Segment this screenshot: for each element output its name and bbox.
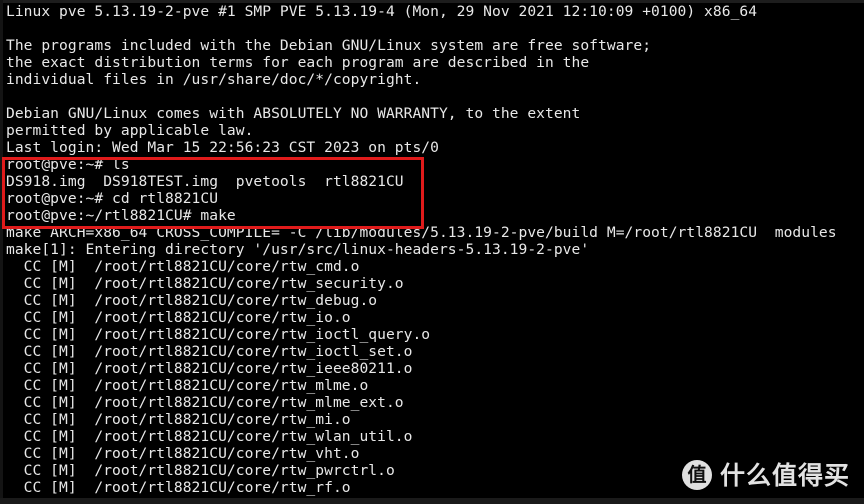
terminal-line: root@pve:~/rtl8821CU# make — [6, 207, 236, 224]
terminal-line: CC [M] /root/rtl8821CU/core/rtw_mlme_ext… — [6, 394, 404, 411]
terminal-line: CC [M] /root/rtl8821CU/core/rtw_ioctl_qu… — [6, 326, 431, 343]
watermark: 值 什么值得买 — [681, 460, 850, 490]
terminal-line: the exact distribution terms for each pr… — [6, 54, 590, 71]
terminal-line: CC [M] /root/rtl8821CU/core/rtw_security… — [6, 275, 404, 292]
terminal-screenshot: Linux pve 5.13.19-2-pve #1 SMP PVE 5.13.… — [0, 0, 864, 504]
watermark-logo-icon: 值 — [681, 460, 712, 490]
terminal-line: permitted by applicable law. — [6, 122, 254, 139]
terminal-line: CC [M] /root/rtl8821CU/core/rtw_ioctl_se… — [6, 343, 413, 360]
terminal-line: CC [M] /root/rtl8821CU/core/rtw_mlme.o — [6, 377, 369, 394]
terminal-line: The programs included with the Debian GN… — [6, 37, 652, 54]
terminal-line: CC [M] /root/rtl8821CU/core/rtw_debug.o — [6, 292, 378, 309]
terminal-line: CC [M] /root/rtl8821CU/core/rtw_io.o — [6, 309, 351, 326]
terminal-line: Last login: Wed Mar 15 22:56:23 CST 2023… — [6, 139, 439, 156]
terminal-line: Linux pve 5.13.19-2-pve #1 SMP PVE 5.13.… — [6, 3, 758, 20]
terminal-line: CC [M] /root/rtl8821CU/core/rtw_wlan_uti… — [6, 428, 413, 445]
terminal-line: DS918.img DS918TEST.img pvetools rtl8821… — [6, 173, 404, 190]
terminal-line: root@pve:~# cd rtl8821CU — [6, 190, 219, 207]
terminal-line: make[1]: Entering directory '/usr/src/li… — [6, 241, 590, 258]
terminal-line: Debian GNU/Linux comes with ABSOLUTELY N… — [6, 105, 581, 122]
terminal-line: make ARCH=x86_64 CROSS_COMPILE= -C /lib/… — [6, 224, 837, 241]
terminal-line: individual files in /usr/share/doc/*/cop… — [6, 71, 422, 88]
window-left-edge — [0, 0, 3, 504]
terminal-output[interactable]: Linux pve 5.13.19-2-pve #1 SMP PVE 5.13.… — [6, 3, 864, 501]
terminal-line: root@pve:~# ls — [6, 156, 130, 173]
terminal-line: CC [M] /root/rtl8821CU/core/rtw_ieee8021… — [6, 360, 413, 377]
terminal-line: CC [M] /root/rtl8821CU/core/rtw_mi.o — [6, 411, 351, 428]
watermark-label: 什么值得买 — [719, 460, 850, 490]
terminal-line: CC [M] /root/rtl8821CU/core/rtw_cmd.o — [6, 258, 360, 275]
